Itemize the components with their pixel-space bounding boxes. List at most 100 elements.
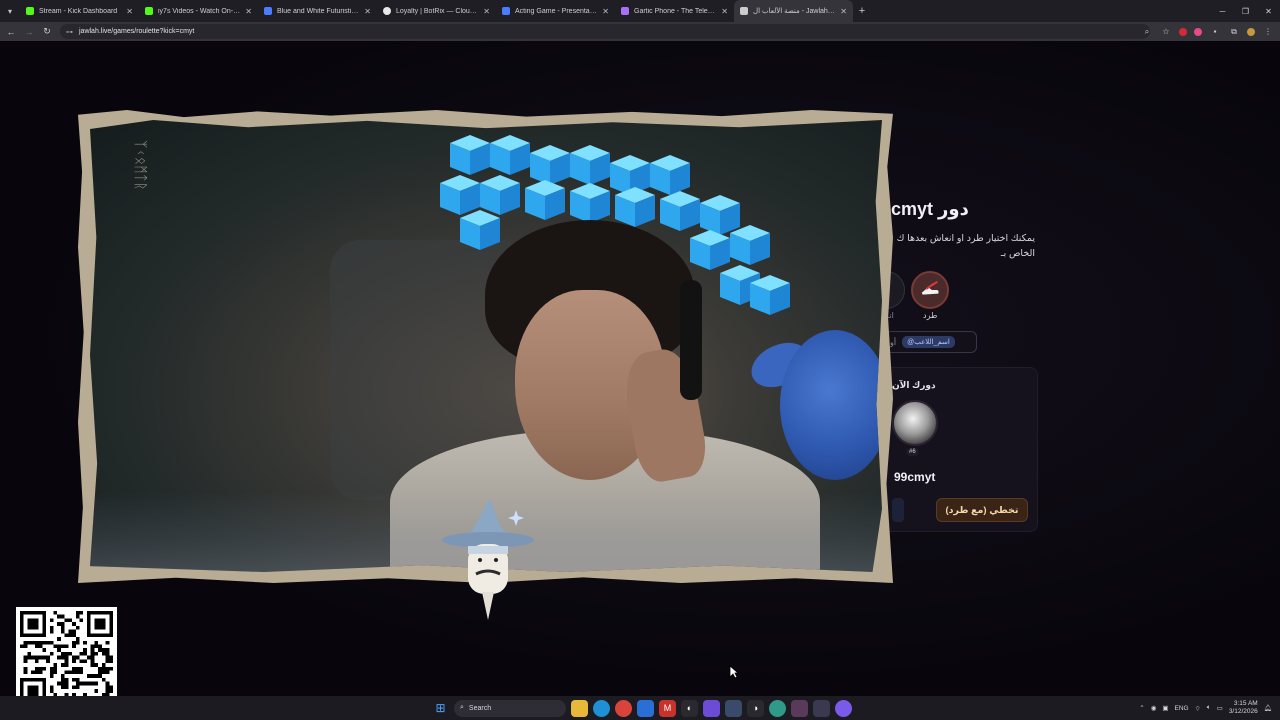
browser-tab[interactable]: iy7s Videos - Watch On-Deman ✕ — [139, 0, 258, 22]
qr-module — [42, 648, 47, 652]
globe-icon[interactable] — [769, 699, 786, 717]
qr-module — [42, 655, 47, 660]
back-icon[interactable]: ← — [2, 27, 20, 37]
browser-tab[interactable]: Gartic Phone - The Telephone G ✕ — [615, 0, 734, 22]
forward-icon[interactable]: → — [20, 27, 38, 37]
close-tab-icon[interactable]: ✕ — [364, 7, 371, 16]
clock[interactable]: 3:15 AM 3/12/2026 — [1229, 700, 1258, 716]
qr-module — [23, 655, 28, 660]
hexagon-light-cell — [450, 135, 490, 175]
wall-decoration: ᛉᚲᛟᛗᛏᚱ — [133, 140, 149, 191]
browser-tab[interactable]: Loyalty | BotRix — Cloud Stream ✕ — [377, 0, 496, 22]
gmail-icon[interactable]: M — [659, 699, 676, 717]
qr-module — [68, 629, 73, 634]
qr-module — [72, 644, 76, 649]
qr-module — [83, 651, 87, 656]
browser-menu-icon[interactable]: ⋮ — [1262, 27, 1274, 36]
browser-tab[interactable]: Acting Game - Presentation ✕ — [496, 0, 615, 22]
qr-module — [31, 655, 35, 660]
qr-module — [75, 614, 80, 619]
edge-icon[interactable] — [593, 699, 610, 717]
browser-tab-active[interactable]: منصة الألعاب ال - Jawlah | جولة ✕ — [734, 0, 853, 22]
qr-module — [34, 666, 39, 671]
qr-finder-pattern — [27, 685, 39, 696]
steam-icon[interactable] — [725, 699, 742, 717]
wifi-icon[interactable]: ⌔ — [1195, 704, 1201, 713]
app-icon[interactable]: ◑ — [747, 699, 764, 717]
bookmark-star-icon[interactable]: ☆ — [1160, 27, 1172, 36]
qr-module — [46, 655, 50, 660]
qr-module — [86, 681, 91, 686]
notifications-icon[interactable]: 🔔︎ — [1264, 704, 1272, 712]
kick-button[interactable] — [911, 271, 949, 309]
current-turn-title: دورك الآن — [892, 380, 936, 390]
close-tab-icon[interactable]: ✕ — [245, 7, 252, 16]
canva-icon — [264, 7, 272, 15]
qr-module — [60, 625, 65, 630]
qr-module — [72, 670, 76, 675]
qr-module — [60, 629, 65, 634]
maximize-icon[interactable]: ❐ — [1234, 0, 1257, 22]
qr-module — [38, 640, 43, 645]
extension-icon[interactable]: ▪ — [1209, 27, 1221, 36]
qr-module — [68, 633, 73, 638]
qr-module — [72, 633, 76, 638]
qr-module — [109, 685, 113, 690]
close-tab-icon[interactable]: ✕ — [721, 7, 728, 16]
hexagon-light-cell — [460, 210, 500, 250]
qr-module — [57, 648, 61, 652]
reload-icon[interactable]: ↻ — [38, 26, 56, 37]
qr-module — [105, 670, 110, 675]
qr-module — [98, 670, 102, 675]
close-window-icon[interactable]: ✕ — [1257, 0, 1280, 22]
hexagon-light-cell — [440, 175, 480, 215]
qr-module — [109, 659, 113, 664]
tray-app-icon[interactable]: ▣ — [1162, 704, 1168, 712]
vpn-icon[interactable] — [791, 699, 808, 717]
qr-module — [72, 622, 76, 626]
battery-icon[interactable]: ▭ — [1217, 704, 1223, 712]
zoom-icon[interactable]: ⌕ — [1141, 27, 1153, 37]
discord-icon[interactable] — [813, 699, 830, 717]
extension-pink-icon[interactable] — [1194, 27, 1202, 36]
hexagon-light-cell — [660, 191, 700, 231]
qr-module — [34, 670, 39, 675]
qr-module — [42, 666, 47, 671]
new-tab-icon[interactable]: + — [853, 5, 871, 17]
qr-module — [46, 640, 50, 645]
close-tab-icon[interactable]: ✕ — [840, 7, 847, 16]
file-explorer-icon[interactable] — [571, 699, 588, 717]
player-mention-chip[interactable]: @اسم_اللاعب — [902, 336, 955, 348]
close-tab-icon[interactable]: ✕ — [602, 7, 609, 16]
messenger-icon[interactable] — [835, 699, 852, 717]
close-tab-icon[interactable]: ✕ — [483, 7, 490, 16]
extension-red-icon[interactable] — [1179, 27, 1187, 36]
tray-app-icon[interactable]: ◉ — [1151, 704, 1157, 712]
taskbar-search[interactable]: ⌕ Search — [454, 699, 566, 717]
minimize-icon[interactable]: ─ — [1211, 0, 1234, 22]
tab-search-icon[interactable]: ▾ — [0, 0, 20, 22]
tray-chevron-icon[interactable]: ⌃ — [1139, 704, 1144, 712]
site-info-icon[interactable]: ⊶ — [66, 28, 73, 36]
profile-avatar-icon[interactable] — [1247, 27, 1255, 36]
qr-module — [83, 648, 87, 652]
qr-module — [90, 655, 95, 660]
skip-with-kick-button[interactable]: تخطي (مع طرد) — [936, 498, 1028, 522]
secondary-button[interactable] — [892, 498, 904, 522]
browser-tab[interactable]: Stream - Kick Dashboard ✕ — [20, 0, 139, 22]
github-icon[interactable]: ◐ — [681, 699, 698, 717]
qr-module — [60, 685, 65, 690]
hexagon-light-cell — [700, 195, 740, 235]
obs-icon[interactable] — [703, 699, 720, 717]
address-bar[interactable]: ⊶ jawlah.live/games/roulette?kick=cmyt — [60, 24, 1150, 39]
close-tab-icon[interactable]: ✕ — [126, 7, 133, 16]
extensions-puzzle-icon[interactable]: ⧉ — [1228, 27, 1240, 37]
qr-module — [60, 681, 65, 686]
qr-module — [75, 666, 80, 671]
browser-tab[interactable]: Blue and White Futuristic Mode ✕ — [258, 0, 377, 22]
chrome-icon[interactable] — [615, 699, 632, 717]
volume-icon[interactable]: 🔈︎ — [1207, 704, 1211, 712]
windows-start-icon[interactable]: ⊞ — [432, 700, 449, 717]
language-indicator[interactable]: ENG — [1175, 705, 1189, 712]
mail-icon[interactable] — [637, 699, 654, 717]
